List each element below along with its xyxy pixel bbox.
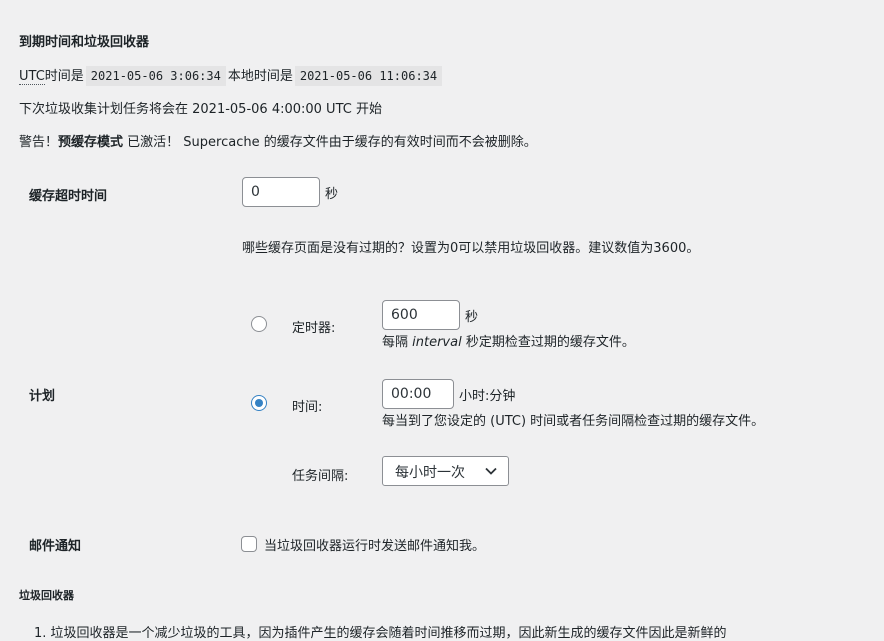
cache-timeout-label: 缓存超时时间 [29, 189, 108, 204]
clock-unit: 小时:分钟 [459, 389, 516, 404]
utc-abbr: UTC [19, 69, 45, 85]
timer-radio[interactable] [251, 316, 267, 332]
utc-time: 2021-05-06 3:06:34 [85, 66, 226, 86]
time-info: UTC时间是 2021-05-06 3:06:34 本地时间是 2021-05-06 … [19, 65, 444, 86]
local-time: 2021-05-06 11:06:34 [294, 66, 443, 86]
gc-heading: 垃圾回收器 [19, 589, 74, 602]
timer-help-pre: 每隔 [382, 335, 413, 350]
utc-suffix: 时间是 [44, 69, 84, 84]
email-checkbox-label[interactable]: 当垃圾回收器运行时发送邮件通知我。 [264, 535, 485, 554]
schedule-label: 计划 [29, 389, 56, 404]
cache-timeout-input[interactable] [242, 177, 320, 207]
interval-selected: 每小时一次 [395, 465, 465, 481]
schedule-notice: 下次垃圾收集计划任务将会在 2021-05-06 4:00:00 UTC 开始 [19, 102, 382, 117]
timer-help-interval: interval [412, 335, 462, 350]
warning-mode: 预缓存模式 [58, 135, 124, 150]
email-label: 邮件通知 [29, 539, 82, 554]
cache-timeout-unit: 秒 [325, 187, 339, 202]
clock-radio[interactable] [251, 395, 267, 411]
gc-list-text: 垃圾回收器是一个减少垃圾的工具，因为插件产生的缓存会随着时间推移而过期，因此新生… [50, 626, 727, 641]
clock-label: 时间: [292, 400, 323, 415]
clock-help: 每当到了您设定的 (UTC) 时间或者任务间隔检查过期的缓存文件。 [382, 414, 765, 429]
warning-prefix: 警告！ [19, 135, 59, 150]
clock-time-input[interactable] [382, 379, 454, 409]
section-heading: 到期时间和垃圾回收器 [19, 35, 150, 50]
cache-timeout-help: 哪些缓存页面是没有过期的？设置为0可以禁用垃圾回收器。建议数值为3600。 [242, 241, 700, 256]
email-checkbox[interactable] [241, 536, 257, 552]
chevron-down-icon [485, 467, 497, 475]
preload-warning: 警告！预缓存模式 已激活！ Supercache 的缓存文件由于缓存的有效时间而… [19, 131, 537, 150]
timer-label: 定时器: [292, 321, 336, 336]
warning-text: 已激活！ Supercache 的缓存文件由于缓存的有效时间而不会被删除。 [123, 135, 537, 150]
local-label: 本地时间是 [227, 69, 293, 84]
timer-help: 每隔 interval 秒定期检查过期的缓存文件。 [382, 331, 635, 350]
timer-unit: 秒 [465, 310, 479, 325]
interval-label: 任务间隔: [292, 469, 349, 484]
interval-select[interactable]: 每小时一次 [382, 456, 509, 486]
gc-list-item: 1. 垃圾回收器是一个减少垃圾的工具，因为插件产生的缓存会随着时间推移而过期，因… [34, 622, 727, 641]
timer-help-post: 秒定期检查过期的缓存文件。 [461, 335, 635, 350]
list-number: 1. [34, 626, 47, 641]
timer-interval-input[interactable] [382, 300, 460, 330]
